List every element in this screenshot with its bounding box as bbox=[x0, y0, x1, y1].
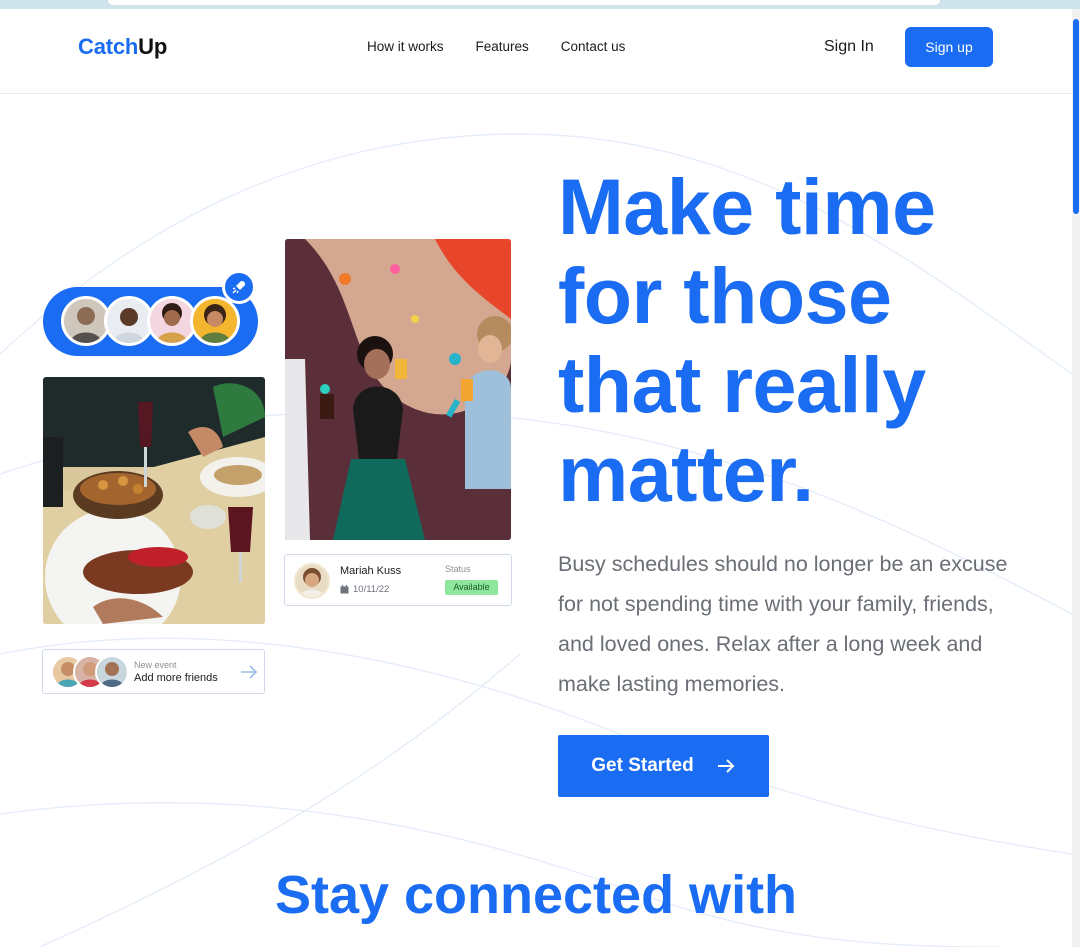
arrow-right-icon bbox=[717, 759, 735, 773]
avatar bbox=[294, 563, 330, 599]
arrow-right-icon[interactable] bbox=[239, 662, 259, 682]
friends-cheers-photo bbox=[285, 239, 511, 540]
get-started-label: Get Started bbox=[591, 755, 694, 776]
member-date: 10/11/22 bbox=[340, 584, 389, 595]
avatar bbox=[190, 296, 240, 346]
avatar bbox=[95, 655, 129, 689]
new-event-label: New event bbox=[134, 660, 177, 670]
hero-title: Make time for those that really matter. bbox=[558, 162, 936, 518]
top-navbar: CatchUp How it works Features Contact us… bbox=[0, 9, 1072, 94]
scrollbar-thumb[interactable] bbox=[1073, 19, 1079, 214]
hero-description: Busy schedules should no longer be an ex… bbox=[558, 552, 1008, 696]
section-title: Stay connected with bbox=[274, 865, 798, 925]
page-scrollbar[interactable] bbox=[1072, 9, 1080, 947]
dinner-table-photo bbox=[43, 377, 265, 624]
add-friends-card[interactable]: New event Add more friends bbox=[42, 649, 265, 694]
main-nav: How it works Features Contact us bbox=[367, 39, 625, 54]
add-more-friends-label: Add more friends bbox=[134, 672, 218, 684]
browser-tab-strip bbox=[0, 0, 1080, 9]
browser-active-tab[interactable] bbox=[108, 0, 940, 5]
rocket-icon bbox=[232, 281, 245, 294]
sign-in-link[interactable]: Sign In bbox=[824, 38, 874, 56]
logo-text-catch: Catch bbox=[78, 34, 139, 59]
member-date-text: 10/11/22 bbox=[353, 584, 390, 595]
member-name: Mariah Kuss bbox=[340, 565, 402, 577]
sign-up-button[interactable]: Sign up bbox=[905, 27, 993, 67]
nav-link-how-it-works[interactable]: How it works bbox=[367, 39, 444, 54]
member-status-card[interactable]: Mariah Kuss 10/11/22 Status Available bbox=[284, 554, 512, 606]
calendar-icon bbox=[340, 585, 349, 594]
nav-link-contact-us[interactable]: Contact us bbox=[561, 39, 626, 54]
logo-text-up: Up bbox=[138, 34, 168, 59]
status-badge: Available bbox=[445, 580, 498, 595]
status-label: Status bbox=[445, 564, 471, 574]
get-started-button[interactable]: Get Started bbox=[558, 735, 769, 797]
rocket-badge[interactable] bbox=[222, 270, 256, 304]
catchup-logo[interactable]: CatchUp bbox=[78, 34, 167, 60]
nav-link-features[interactable]: Features bbox=[476, 39, 529, 54]
